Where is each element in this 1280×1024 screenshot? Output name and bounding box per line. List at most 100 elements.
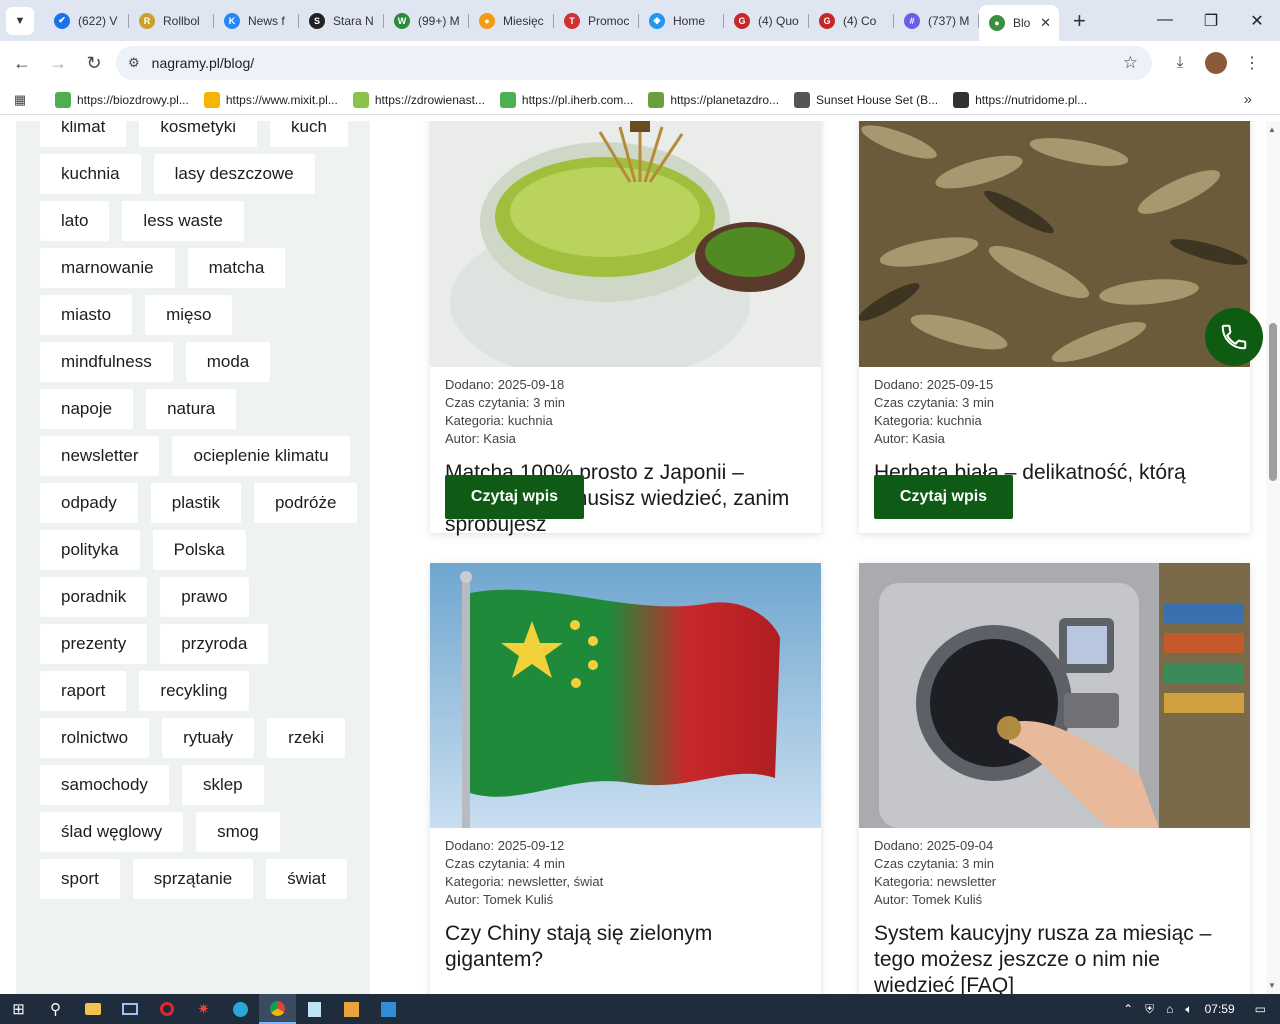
- more-menu-icon[interactable]: ⋮: [1234, 53, 1270, 73]
- post-title[interactable]: Czy Chiny stają się zielonym gigantem?: [430, 909, 821, 973]
- bookmarks-overflow-icon[interactable]: »: [1244, 91, 1252, 108]
- windows-start-icon[interactable]: ⊞: [0, 994, 37, 1024]
- browser-tab-active[interactable]: ● Blo ✕: [979, 5, 1059, 41]
- tag-link[interactable]: sklep: [181, 765, 264, 805]
- scroll-down-arrow-icon[interactable]: ▼: [1268, 981, 1276, 990]
- browser-tab[interactable]: ✔ (622) V: [44, 5, 129, 37]
- bookmark-item[interactable]: https://zdrowienast...: [352, 91, 485, 108]
- bookmark-item[interactable]: https://pl.iherb.com...: [499, 91, 633, 108]
- profile-avatar[interactable]: [1205, 52, 1227, 74]
- tag-link[interactable]: odpady: [40, 483, 138, 523]
- tag-link[interactable]: polityka: [40, 530, 140, 570]
- restore-icon[interactable]: ❐: [1188, 11, 1234, 31]
- opera-icon[interactable]: [148, 994, 185, 1024]
- tag-link[interactable]: kosmetyki: [139, 121, 257, 147]
- tag-link[interactable]: plastik: [150, 483, 241, 523]
- tag-link[interactable]: świat: [266, 859, 347, 899]
- tag-link[interactable]: rytuały: [162, 718, 255, 758]
- phone-call-button[interactable]: [1205, 308, 1263, 366]
- tag-link[interactable]: klimat: [40, 121, 127, 147]
- forward-arrow-icon[interactable]: →: [40, 45, 76, 81]
- tag-link[interactable]: przyroda: [160, 624, 269, 664]
- post-image-matcha[interactable]: [430, 121, 821, 367]
- tag-link[interactable]: marnowanie: [40, 248, 175, 288]
- tag-link[interactable]: lato: [40, 201, 110, 241]
- reload-icon[interactable]: ↻: [76, 45, 112, 81]
- tag-link[interactable]: lasy deszczowe: [153, 154, 315, 194]
- tag-link[interactable]: kuch: [269, 121, 348, 147]
- tag-link[interactable]: mindfulness: [40, 342, 173, 382]
- tag-link[interactable]: smog: [196, 812, 280, 852]
- tag-link[interactable]: prawo: [160, 577, 249, 617]
- tag-link[interactable]: sport: [40, 859, 120, 899]
- edge-icon[interactable]: [222, 994, 259, 1024]
- notifications-icon[interactable]: ▭: [1255, 1002, 1266, 1016]
- tag-link[interactable]: newsletter: [40, 436, 160, 476]
- tag-link[interactable]: prezenty: [40, 624, 148, 664]
- browser-tab[interactable]: ● Miesięc: [469, 5, 554, 37]
- tag-link[interactable]: recykling: [139, 671, 249, 711]
- tag-link[interactable]: ocieplenie klimatu: [172, 436, 350, 476]
- new-tab-plus-icon[interactable]: +: [1073, 8, 1086, 34]
- tag-link[interactable]: ślad węglowy: [40, 812, 184, 852]
- notepad-icon[interactable]: [296, 994, 333, 1024]
- tag-link[interactable]: sprzątanie: [132, 859, 254, 899]
- bookmark-star-icon[interactable]: ☆: [1123, 53, 1138, 73]
- taskbar-search-icon[interactable]: ⚲: [37, 994, 74, 1024]
- tag-link[interactable]: poradnik: [40, 577, 148, 617]
- tag-link[interactable]: raport: [40, 671, 127, 711]
- clock[interactable]: 07:59: [1205, 1002, 1235, 1016]
- tag-link[interactable]: natura: [146, 389, 237, 429]
- apps-grid-icon[interactable]: ▦: [0, 92, 40, 108]
- tab-search-chevron-icon[interactable]: ▼: [6, 6, 34, 35]
- bookmark-item[interactable]: https://www.mixit.pl...: [203, 91, 338, 108]
- bookmark-item[interactable]: Sunset House Set (B...: [794, 91, 938, 108]
- scrollbar-thumb[interactable]: [1269, 323, 1277, 481]
- tag-link[interactable]: samochody: [40, 765, 169, 805]
- browser-tab[interactable]: G (4) Quo: [724, 5, 809, 37]
- tag-link[interactable]: less waste: [122, 201, 244, 241]
- photos-icon[interactable]: [370, 994, 407, 1024]
- browser-tab[interactable]: G (4) Co: [809, 5, 894, 37]
- read-post-button[interactable]: Czytaj wpis: [445, 475, 584, 519]
- post-image-white-tea[interactable]: [859, 121, 1250, 367]
- back-arrow-icon[interactable]: ←: [4, 45, 40, 81]
- tray-chevron-up-icon[interactable]: ⌃: [1123, 1002, 1133, 1016]
- tag-link[interactable]: rolnictwo: [40, 718, 150, 758]
- volume-icon[interactable]: 🔈︎: [1185, 1002, 1192, 1017]
- security-shield-icon[interactable]: ⛨: [1145, 1002, 1154, 1017]
- browser-tab[interactable]: W (99+) M: [384, 5, 469, 37]
- browser-tab[interactable]: T Promoc: [554, 5, 639, 37]
- tag-link[interactable]: Polska: [152, 530, 246, 570]
- download-icon[interactable]: ⤓: [1162, 54, 1198, 72]
- red-app-icon[interactable]: ✷: [185, 994, 222, 1024]
- bookmark-item[interactable]: https://biozdrowy.pl...: [55, 91, 189, 108]
- tag-link[interactable]: kuchnia: [40, 154, 141, 194]
- page-scrollbar[interactable]: ▲ ▼: [1266, 121, 1280, 994]
- tag-link[interactable]: moda: [185, 342, 271, 382]
- bookmark-item[interactable]: https://planetazdro...: [648, 91, 779, 108]
- spreadsheet-icon[interactable]: [333, 994, 370, 1024]
- bookmark-item[interactable]: https://nutridome.pl...: [953, 91, 1087, 108]
- browser-tab[interactable]: # (737) M: [894, 5, 979, 37]
- file-explorer-icon[interactable]: [74, 994, 111, 1024]
- browser-tab[interactable]: R Rollbol: [129, 5, 214, 37]
- browser-tab[interactable]: K News f: [214, 5, 299, 37]
- tag-link[interactable]: miasto: [40, 295, 133, 335]
- scroll-up-arrow-icon[interactable]: ▲: [1268, 125, 1276, 134]
- tag-link[interactable]: matcha: [187, 248, 286, 288]
- tag-link[interactable]: mięso: [145, 295, 233, 335]
- network-icon[interactable]: ⌂: [1166, 1002, 1173, 1016]
- browser-tab[interactable]: ◆ Home: [639, 5, 724, 37]
- browser-tab[interactable]: S Stara N: [299, 5, 384, 37]
- address-bar[interactable]: ⚙ nagramy.pl/blog/ ☆: [116, 46, 1152, 80]
- tag-link[interactable]: podróże: [253, 483, 358, 523]
- tag-link[interactable]: napoje: [40, 389, 134, 429]
- close-window-icon[interactable]: ✕: [1234, 11, 1280, 31]
- post-image-deposit-machine[interactable]: [859, 563, 1250, 828]
- tag-link[interactable]: rzeki: [267, 718, 346, 758]
- tab-close-icon[interactable]: ✕: [1040, 15, 1051, 31]
- site-settings-icon[interactable]: ⚙: [128, 55, 140, 71]
- post-title[interactable]: System kaucyjny rusza za miesiąc – tego …: [859, 909, 1250, 994]
- read-post-button[interactable]: Czytaj wpis: [874, 475, 1013, 519]
